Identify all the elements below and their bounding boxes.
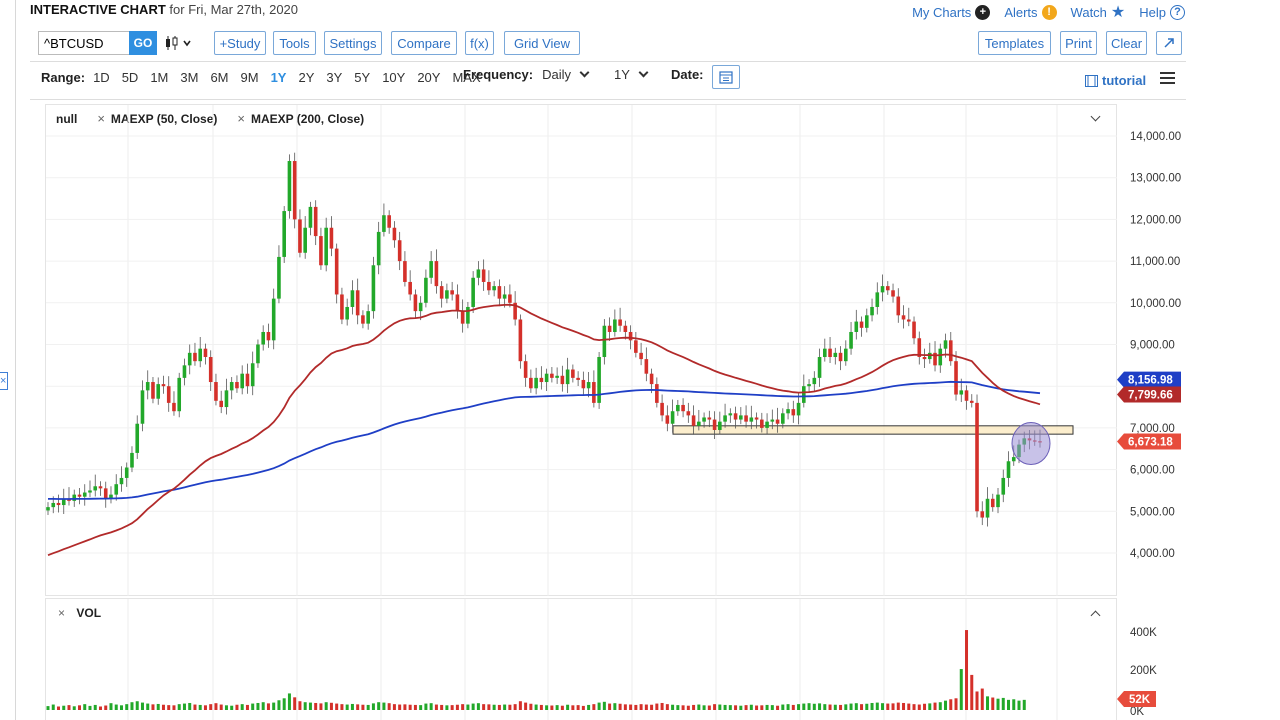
main-toolbar: GO +Study Tools Settings Compare f(x) Gr… <box>38 31 1186 57</box>
study-legend: null × MAEXP (50, Close) × MAEXP (200, C… <box>56 111 364 126</box>
y-axis-tick-label: 14,000.00 <box>1130 131 1181 143</box>
frequency-label: Frequency: <box>463 67 534 82</box>
y-axis-tick-label: 12,000.00 <box>1130 214 1181 226</box>
chart-title: INTERACTIVE CHART for Fri, Mar 27th, 202… <box>30 2 298 17</box>
y-axis-tick-label: 4,000.00 <box>1130 548 1175 560</box>
period-value: 1Y <box>613 67 630 82</box>
tutorial-label: tutorial <box>1102 73 1147 88</box>
volume-label: VOL <box>76 606 102 620</box>
remove-study-icon[interactable]: × <box>237 111 245 126</box>
chevron-down-icon <box>638 67 649 78</box>
tools-button[interactable]: Tools <box>273 31 316 55</box>
title-date: for Fri, Mar 27th, 2020 <box>169 2 299 17</box>
add-study-button[interactable]: +Study <box>214 31 266 55</box>
y-axis-tick-label: 8,000.00 <box>1130 381 1175 393</box>
go-button[interactable]: GO <box>129 31 157 55</box>
price-flag-label: 8,156.98 <box>1128 375 1173 387</box>
expand-icon[interactable] <box>1156 31 1182 55</box>
price-flag <box>1117 371 1181 388</box>
y-axis-tick-label: 7,000.00 <box>1130 423 1175 435</box>
volume-flag <box>1117 691 1156 707</box>
range-6m[interactable]: 6M <box>210 70 228 85</box>
side-panel-close-icon[interactable]: × <box>0 375 6 387</box>
volume-panel <box>45 598 1117 720</box>
range-9m[interactable]: 9M <box>241 70 259 85</box>
study-ma50[interactable]: MAEXP (50, Close) <box>111 112 217 126</box>
menu-icon[interactable] <box>1160 72 1175 87</box>
price-flag <box>1117 433 1181 450</box>
my-charts-link[interactable]: My Charts + <box>912 4 991 20</box>
help-label: Help <box>1139 4 1166 20</box>
compare-button[interactable]: Compare <box>391 31 457 55</box>
range-divider <box>30 99 1186 100</box>
period-select[interactable]: 1Y <box>613 67 649 82</box>
watch-link[interactable]: Watch ★ <box>1071 2 1126 22</box>
chevron-down-icon <box>579 67 590 78</box>
y-axis-tick-label: 6,000.00 <box>1130 465 1175 477</box>
y-axis-tick-label: 11,000.00 <box>1130 256 1180 268</box>
range-3m[interactable]: 3M <box>180 70 198 85</box>
watch-label: Watch <box>1070 4 1107 20</box>
range-1d[interactable]: 1D <box>93 70 110 85</box>
price-flag-label: 6,673.18 <box>1128 437 1173 449</box>
title-text: INTERACTIVE CHART <box>30 2 166 17</box>
top-links: My Charts + Alerts ! Watch ★ Help ? <box>912 2 1185 22</box>
candlestick-icon[interactable] <box>165 35 195 51</box>
my-charts-label: My Charts <box>912 4 972 20</box>
volume-axis-label: 0K <box>1130 706 1144 718</box>
plus-circle-icon: + <box>975 4 991 20</box>
templates-button[interactable]: Templates <box>978 31 1051 55</box>
range-5d[interactable]: 5D <box>122 70 139 85</box>
alert-icon: ! <box>1041 4 1057 20</box>
remove-study-icon[interactable]: × <box>97 111 105 126</box>
toolbar-divider <box>30 61 1186 62</box>
volume-legend: × VOL <box>58 606 101 620</box>
frequency-select[interactable]: Daily <box>542 67 590 82</box>
date-label: Date: <box>671 67 704 82</box>
range-2y[interactable]: 2Y <box>298 70 314 85</box>
study-null: null <box>56 111 78 126</box>
print-button[interactable]: Print <box>1060 31 1097 55</box>
price-flag-label: 7,799.66 <box>1128 390 1173 402</box>
range-1y[interactable]: 1Y <box>271 70 287 85</box>
remove-volume-icon[interactable]: × <box>58 606 65 620</box>
question-icon: ? <box>1170 4 1185 20</box>
star-icon: ★ <box>1110 4 1126 21</box>
price-flag <box>1117 386 1181 403</box>
tutorial-link[interactable]: tutorial <box>1085 73 1146 88</box>
y-axis-tick-label: 13,000.00 <box>1130 173 1181 185</box>
frequency-value: Daily <box>542 67 571 82</box>
price-chart-panel <box>45 104 1117 596</box>
film-icon <box>1085 74 1098 87</box>
left-edge-line <box>15 0 16 720</box>
help-link[interactable]: Help ? <box>1139 4 1185 20</box>
grid-view-button[interactable]: Grid View <box>504 31 580 55</box>
range-label: Range: <box>41 69 86 85</box>
volume-axis-label: 400K <box>1130 627 1157 639</box>
range-3y[interactable]: 3Y <box>326 70 342 85</box>
range-5y[interactable]: 5Y <box>354 70 370 85</box>
volume-axis-label: 200K <box>1130 665 1157 677</box>
range-1m[interactable]: 1M <box>150 70 168 85</box>
calendar-icon[interactable] <box>712 65 740 89</box>
alerts-link[interactable]: Alerts ! <box>1004 4 1057 20</box>
range-selector: Range: 1D 5D 1M 3M 6M 9M 1Y 2Y 3Y 5Y 10Y… <box>41 67 493 87</box>
frequency-group: Frequency: Daily 1Y <box>463 67 649 82</box>
study-ma200[interactable]: MAEXP (200, Close) <box>251 112 364 126</box>
symbol-input[interactable] <box>38 31 130 55</box>
volume-flag-label: 52K <box>1129 694 1151 706</box>
y-axis-tick-label: 9,000.00 <box>1130 340 1175 352</box>
clear-button[interactable]: Clear <box>1106 31 1147 55</box>
function-button[interactable]: f(x) <box>465 31 494 55</box>
alerts-label: Alerts <box>1004 4 1038 20</box>
y-axis-tick-label: 5,000.00 <box>1130 506 1175 518</box>
y-axis-tick-label: 10,000.00 <box>1130 298 1181 310</box>
settings-button[interactable]: Settings <box>324 31 382 55</box>
range-20y[interactable]: 20Y <box>417 70 440 85</box>
range-10y[interactable]: 10Y <box>382 70 405 85</box>
